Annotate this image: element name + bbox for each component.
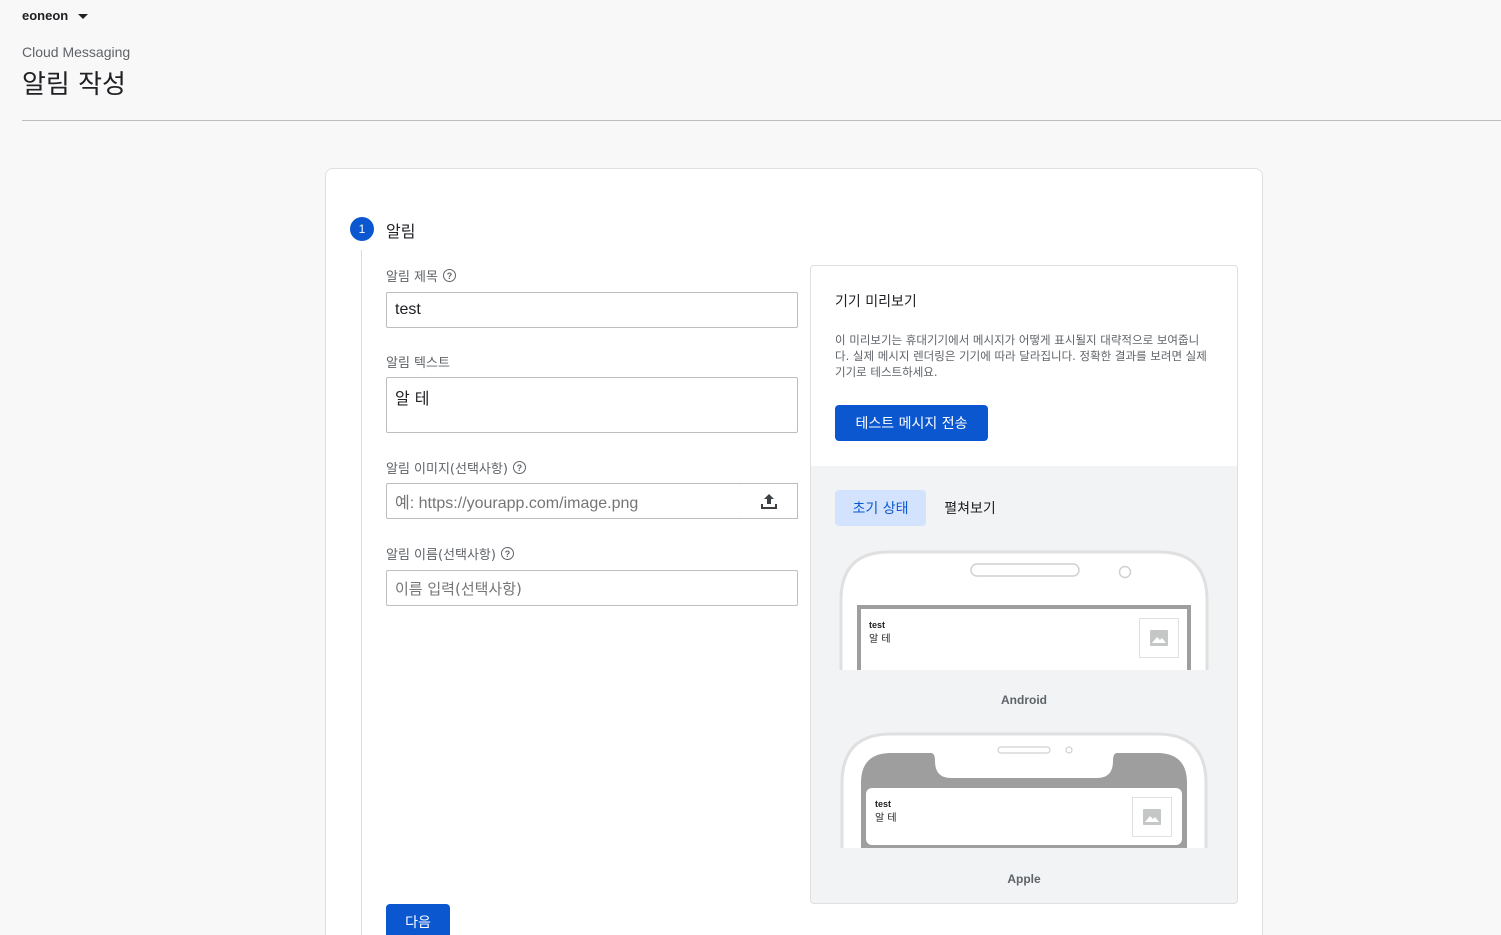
name-field-label: 알림 이름(선택사항) [386, 548, 496, 563]
image-field-label-row: 알림 이미지(선택사항) ? [386, 458, 526, 477]
notification-title-input[interactable]: test [386, 292, 798, 328]
notification-text-input[interactable]: 알 테 [386, 377, 798, 433]
android-phone-mockup: test 알 테 [839, 550, 1209, 670]
tab-expanded[interactable]: 펼쳐보기 [932, 490, 1008, 526]
android-notif-title: test [869, 620, 886, 630]
header-divider [22, 120, 1501, 121]
notification-title-value: test [395, 301, 421, 318]
apple-notif-body: 알 테 [875, 813, 897, 824]
android-notif-body: 알 테 [869, 634, 891, 645]
device-preview-panel: 기기 미리보기 이 미리보기는 휴대기기에서 메시지가 어떻게 표시될지 대략적… [810, 265, 1238, 904]
android-notification: test 알 테 [869, 620, 891, 645]
help-icon[interactable]: ? [512, 461, 526, 474]
apple-label: Apple [1007, 872, 1041, 886]
apple-image-icon [1132, 797, 1172, 837]
product-name: Cloud Messaging [22, 44, 131, 60]
project-name: eoneon [22, 8, 69, 23]
notification-name-input[interactable]: 이름 입력(선택사항) [386, 570, 798, 606]
page-title: 알림 작성 [22, 70, 126, 100]
project-selector[interactable]: eoneon [22, 8, 89, 23]
title-field-label: 알림 제목 [386, 270, 438, 285]
apple-notification: test 알 테 [875, 799, 897, 824]
notification-image-input[interactable]: 예: https://yourapp.com/image.png [386, 483, 742, 519]
preview-description: 이 미리보기는 휴대기기에서 메시지가 어떻게 표시될지 대략적으로 보여줍니다… [835, 333, 1207, 379]
upload-icon [761, 494, 777, 509]
step-connector-line [361, 250, 362, 935]
send-test-message-button[interactable]: 테스트 메시지 전송 [835, 405, 988, 441]
step-title: 알림 [386, 222, 416, 241]
text-field-label-row: 알림 텍스트 [386, 352, 450, 371]
name-input-placeholder: 이름 입력(선택사항) [395, 579, 522, 598]
preview-header-section: 기기 미리보기 이 미리보기는 휴대기기에서 메시지가 어떻게 표시될지 대략적… [811, 266, 1237, 466]
tab-initial-state[interactable]: 초기 상태 [835, 490, 926, 526]
apple-phone-mockup: test 알 테 [839, 731, 1209, 848]
image-field-label: 알림 이미지(선택사항) [386, 462, 508, 477]
next-button[interactable]: 다음 [386, 904, 450, 935]
text-field-label: 알림 텍스트 [386, 356, 450, 371]
upload-image-button[interactable] [741, 483, 798, 519]
apple-notif-title: test [875, 799, 892, 809]
caret-down-icon [78, 14, 89, 19]
help-icon[interactable]: ? [442, 269, 456, 282]
preview-title: 기기 미리보기 [835, 294, 917, 310]
android-image-icon [1139, 618, 1179, 658]
name-field-label-row: 알림 이름(선택사항) ? [386, 544, 514, 563]
notification-text-value: 알 테 [395, 389, 430, 408]
image-input-placeholder: 예: https://yourapp.com/image.png [395, 495, 639, 512]
android-label: Android [1001, 693, 1047, 707]
title-field-label-row: 알림 제목 ? [386, 266, 456, 285]
step-number-badge: 1 [350, 217, 374, 241]
help-icon[interactable]: ? [500, 547, 514, 560]
